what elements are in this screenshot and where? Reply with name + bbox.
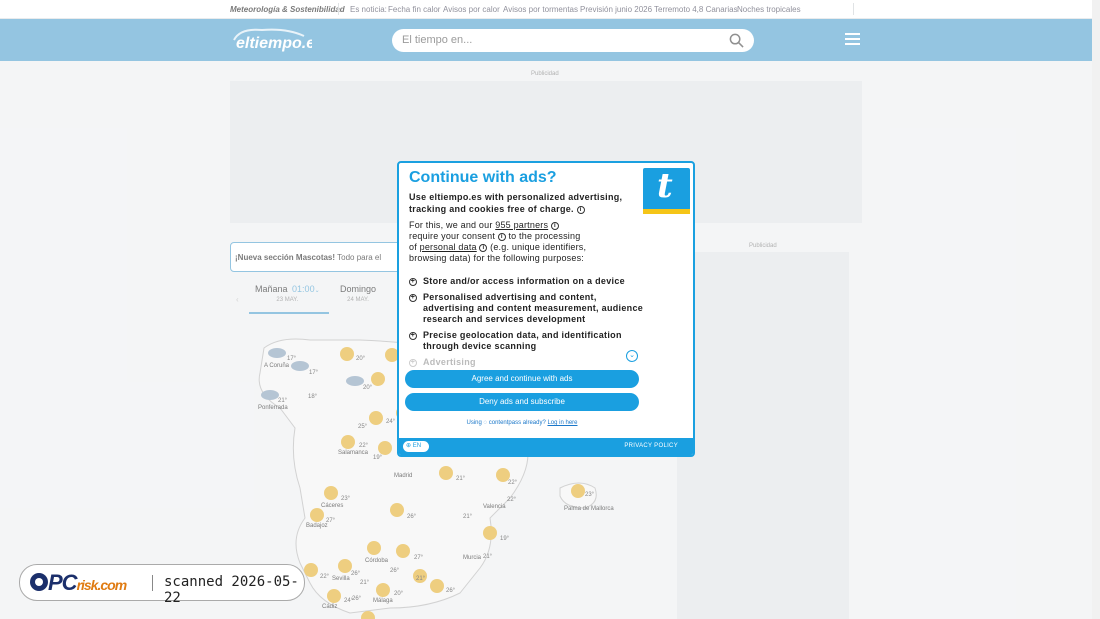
info-icon[interactable]: i	[576, 205, 585, 214]
dialog-body: For this, we and our 955 partners i requ…	[409, 220, 587, 263]
expand-icon: +	[409, 359, 417, 367]
consent-dialog: Continue with ads? t Use eltiempo.es wit…	[397, 161, 695, 457]
purpose-item[interactable]: + Advertising	[409, 357, 644, 368]
contentpass-icon: ◌	[483, 420, 488, 426]
pcrisk-logo: PCrisk.com	[48, 570, 127, 595]
purpose-item[interactable]: + Store and/or access information on a de…	[409, 276, 644, 287]
language-selector[interactable]: ⊕ EN	[403, 441, 429, 452]
pcrisk-watermark: PCrisk.com scanned 2026-05-22	[19, 564, 305, 606]
contentpass-login: Using ◌ contentpass already? Log in here	[466, 420, 578, 426]
info-icon[interactable]: i	[479, 243, 488, 252]
dialog-footer: ⊕ EN PRIVACY POLICY	[399, 438, 693, 455]
expand-icon: +	[409, 332, 417, 340]
logo-letter: t	[657, 166, 673, 206]
pcrisk-logo-icon	[30, 573, 48, 591]
info-icon[interactable]: i	[550, 221, 559, 230]
expand-icon: +	[409, 294, 417, 302]
site-icon: t	[643, 166, 690, 214]
scan-date: scanned 2026-05-22	[164, 574, 299, 606]
divider	[152, 575, 153, 591]
dialog-title: Continue with ads?	[409, 169, 557, 186]
privacy-policy-link[interactable]: PRIVACY POLICY	[624, 443, 678, 449]
agree-button[interactable]: Agree and continue with ads	[405, 370, 639, 388]
dialog-lead: Use eltiempo.es with personalized advert…	[409, 192, 623, 214]
info-icon[interactable]: i	[497, 232, 506, 241]
personal-data-link[interactable]: personal data	[420, 242, 477, 252]
expand-icon: +	[409, 278, 417, 286]
scroll-down-icon[interactable]: ⌄	[626, 350, 638, 362]
purpose-item[interactable]: + Personalised advertising and content, a…	[409, 292, 644, 325]
globe-icon: ⊕	[406, 443, 412, 449]
partners-link[interactable]: 955 partners	[495, 220, 548, 230]
logo-stripe	[643, 209, 690, 214]
purposes-list[interactable]: + Store and/or access information on a de…	[409, 276, 644, 371]
page-scrollbar[interactable]	[1092, 0, 1100, 619]
purpose-item[interactable]: + Precise geolocation data, and identific…	[409, 330, 644, 352]
login-link[interactable]: Log in here	[547, 420, 577, 426]
deny-subscribe-button[interactable]: Deny ads and subscribe	[405, 393, 639, 411]
